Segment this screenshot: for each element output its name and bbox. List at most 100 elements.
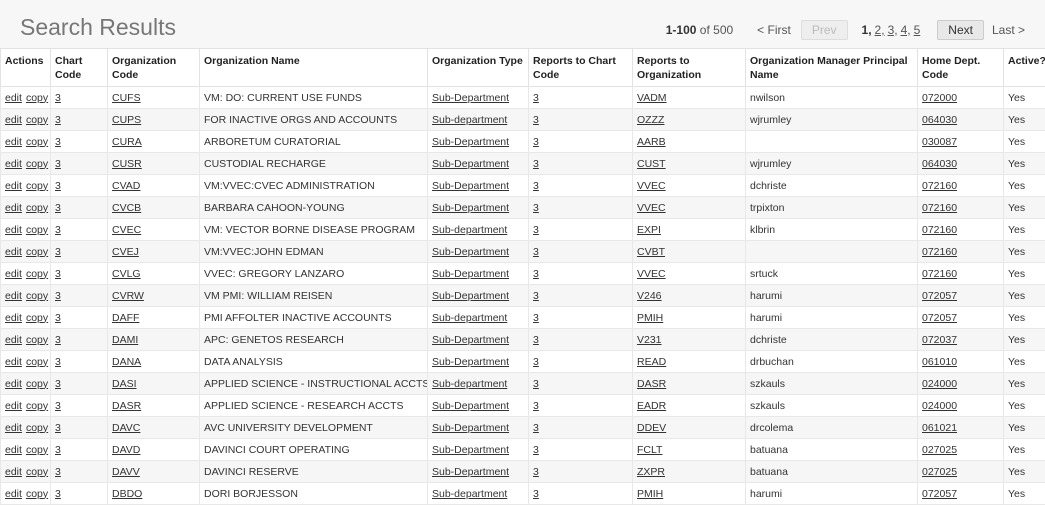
home-dept-link[interactable]: 027025	[922, 466, 957, 478]
home-dept-link[interactable]: 027025	[922, 444, 957, 456]
chart-code-link[interactable]: 3	[55, 246, 61, 258]
org-type-link[interactable]: Sub-Department	[432, 268, 509, 280]
chart-code-link[interactable]: 3	[55, 422, 61, 434]
last-page-link[interactable]: Last >	[992, 23, 1025, 37]
edit-link[interactable]: edit	[5, 488, 22, 500]
reports-org-link[interactable]: DASR	[637, 378, 666, 390]
reports-chart-link[interactable]: 3	[533, 466, 539, 478]
org-code-link[interactable]: CUSR	[112, 158, 142, 170]
reports-chart-link[interactable]: 3	[533, 114, 539, 126]
edit-link[interactable]: edit	[5, 378, 22, 390]
reports-chart-link[interactable]: 3	[533, 378, 539, 390]
edit-link[interactable]: edit	[5, 114, 22, 126]
prev-button[interactable]: Prev	[801, 20, 848, 40]
col-header-home-dept[interactable]: Home Dept. Code	[918, 49, 1004, 87]
chart-code-link[interactable]: 3	[55, 400, 61, 412]
edit-link[interactable]: edit	[5, 268, 22, 280]
edit-link[interactable]: edit	[5, 136, 22, 148]
org-type-link[interactable]: Sub-Department	[432, 466, 509, 478]
col-header-manager[interactable]: Organization Manager Principal Name	[746, 49, 918, 87]
org-type-link[interactable]: Sub-Department	[432, 158, 509, 170]
home-dept-link[interactable]: 061021	[922, 422, 957, 434]
page-link[interactable]: 5	[914, 23, 921, 37]
reports-org-link[interactable]: VVEC	[637, 202, 666, 214]
reports-org-link[interactable]: PMIH	[637, 312, 663, 324]
reports-chart-link[interactable]: 3	[533, 92, 539, 104]
org-type-link[interactable]: Sub-Department	[432, 356, 509, 368]
home-dept-link[interactable]: 072160	[922, 180, 957, 192]
next-button[interactable]: Next	[937, 20, 984, 40]
org-code-link[interactable]: DAVD	[112, 444, 140, 456]
reports-org-link[interactable]: CUST	[637, 158, 666, 170]
chart-code-link[interactable]: 3	[55, 488, 61, 500]
reports-chart-link[interactable]: 3	[533, 356, 539, 368]
reports-chart-link[interactable]: 3	[533, 334, 539, 346]
reports-org-link[interactable]: OZZZ	[637, 114, 664, 126]
org-code-link[interactable]: CVLG	[112, 268, 141, 280]
edit-link[interactable]: edit	[5, 422, 22, 434]
org-code-link[interactable]: CVEJ	[112, 246, 139, 258]
copy-link[interactable]: copy	[26, 180, 48, 192]
reports-chart-link[interactable]: 3	[533, 444, 539, 456]
page-link[interactable]: 3,	[888, 23, 898, 37]
edit-link[interactable]: edit	[5, 224, 22, 236]
org-type-link[interactable]: Sub-department	[432, 312, 507, 324]
home-dept-link[interactable]: 061010	[922, 356, 957, 368]
chart-code-link[interactable]: 3	[55, 334, 61, 346]
copy-link[interactable]: copy	[26, 136, 48, 148]
home-dept-link[interactable]: 072057	[922, 290, 957, 302]
org-code-link[interactable]: CVAD	[112, 180, 140, 192]
first-page-link[interactable]: < First	[757, 23, 791, 37]
copy-link[interactable]: copy	[26, 400, 48, 412]
reports-org-link[interactable]: FCLT	[637, 444, 662, 456]
col-header-chart-code[interactable]: Chart Code	[51, 49, 108, 87]
edit-link[interactable]: edit	[5, 92, 22, 104]
edit-link[interactable]: edit	[5, 290, 22, 302]
chart-code-link[interactable]: 3	[55, 180, 61, 192]
copy-link[interactable]: copy	[26, 466, 48, 478]
chart-code-link[interactable]: 3	[55, 444, 61, 456]
copy-link[interactable]: copy	[26, 224, 48, 236]
org-code-link[interactable]: CVEC	[112, 224, 141, 236]
org-type-link[interactable]: Sub-Department	[432, 334, 509, 346]
chart-code-link[interactable]: 3	[55, 356, 61, 368]
org-code-link[interactable]: CUFS	[112, 92, 141, 104]
org-code-link[interactable]: CVRW	[112, 290, 144, 302]
org-code-link[interactable]: CUPS	[112, 114, 141, 126]
reports-chart-link[interactable]: 3	[533, 136, 539, 148]
reports-org-link[interactable]: AARB	[637, 136, 666, 148]
org-code-link[interactable]: DBDO	[112, 488, 142, 500]
home-dept-link[interactable]: 072057	[922, 312, 957, 324]
copy-link[interactable]: copy	[26, 356, 48, 368]
home-dept-link[interactable]: 072160	[922, 268, 957, 280]
reports-chart-link[interactable]: 3	[533, 422, 539, 434]
col-header-reports-chart[interactable]: Reports to Chart Code	[529, 49, 633, 87]
chart-code-link[interactable]: 3	[55, 114, 61, 126]
home-dept-link[interactable]: 072037	[922, 334, 957, 346]
org-type-link[interactable]: Sub-Department	[432, 246, 509, 258]
org-code-link[interactable]: DASR	[112, 400, 141, 412]
copy-link[interactable]: copy	[26, 246, 48, 258]
reports-chart-link[interactable]: 3	[533, 158, 539, 170]
page-link[interactable]: 2,	[875, 23, 885, 37]
reports-org-link[interactable]: DDEV	[637, 422, 666, 434]
home-dept-link[interactable]: 024000	[922, 378, 957, 390]
org-code-link[interactable]: DASI	[112, 378, 137, 390]
org-code-link[interactable]: DAVV	[112, 466, 140, 478]
org-code-link[interactable]: DAVC	[112, 422, 140, 434]
edit-link[interactable]: edit	[5, 180, 22, 192]
home-dept-link[interactable]: 072057	[922, 488, 957, 500]
org-type-link[interactable]: Sub-Department	[432, 290, 509, 302]
reports-org-link[interactable]: VVEC	[637, 268, 666, 280]
edit-link[interactable]: edit	[5, 312, 22, 324]
org-type-link[interactable]: Sub-department	[432, 488, 507, 500]
org-type-link[interactable]: Sub-Department	[432, 180, 509, 192]
copy-link[interactable]: copy	[26, 444, 48, 456]
reports-chart-link[interactable]: 3	[533, 246, 539, 258]
org-type-link[interactable]: Sub-department	[432, 114, 507, 126]
edit-link[interactable]: edit	[5, 466, 22, 478]
home-dept-link[interactable]: 072160	[922, 246, 957, 258]
reports-org-link[interactable]: VADM	[637, 92, 667, 104]
org-code-link[interactable]: DAFF	[112, 312, 139, 324]
reports-chart-link[interactable]: 3	[533, 180, 539, 192]
